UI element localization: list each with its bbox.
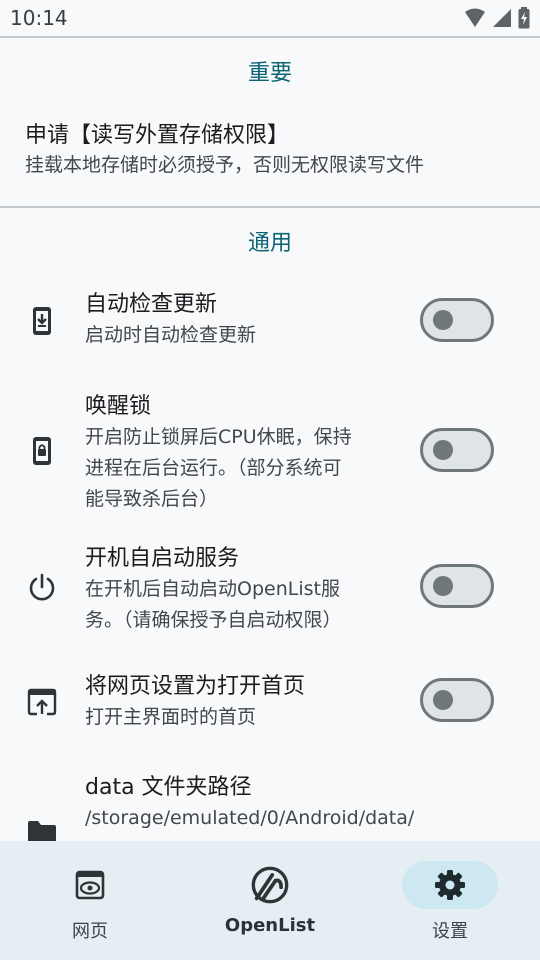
setting-title: 唤醒锁 (85, 394, 152, 419)
setting-auto-update[interactable]: 自动检查更新 启动时自动检查更新 (0, 290, 540, 360)
setting-title: 开机自启动服务 (85, 546, 240, 571)
wake-lock-toggle[interactable] (420, 428, 494, 472)
web-preview-icon (75, 870, 105, 900)
nav-label: OpenList (224, 915, 316, 936)
setting-title: 自动检查更新 (85, 292, 218, 317)
boot-autostart-toggle[interactable] (420, 564, 494, 608)
section-title-general: 通用 (247, 231, 292, 256)
setting-subtitle: 进程在后台运行。（部分系统可 (85, 457, 342, 479)
status-icons (464, 7, 530, 29)
setting-subtitle: 打开主界面时的首页 (85, 706, 257, 728)
setting-subtitle: 务。（请确保授予自启动权限） (85, 609, 342, 631)
item-subtitle: 挂载本地存储时必须授予，否则无权限读写文件 (25, 154, 425, 176)
nav-label: 设置 (432, 921, 468, 942)
setting-title: 将网页设置为打开首页 (85, 674, 306, 699)
bottom-navigation: 网页 OpenList 设置 (0, 841, 540, 960)
open-in-browser-icon (27, 688, 57, 716)
item-title: 申请【读写外置存储权限】 (25, 123, 290, 148)
setting-boot-autostart[interactable]: 开机自启动服务 在开机后自动启动OpenList服 务。（请确保授予自启动权限） (0, 544, 540, 638)
phone-lock-icon (33, 437, 51, 465)
setting-subtitle: 能导致杀后台） (85, 488, 219, 510)
battery-icon (518, 7, 530, 29)
cell-signal-icon (493, 9, 511, 27)
setting-wake-lock[interactable]: 唤醒锁 开启防止锁屏后CPU休眠，保持 进程在后台运行。（部分系统可 能导致杀后… (0, 392, 540, 516)
setting-title: data 文件夹路径 (85, 775, 252, 800)
setting-subtitle: 启动时自动检查更新 (85, 324, 257, 346)
setting-web-as-home[interactable]: 将网页设置为打开首页 打开主界面时的首页 (0, 672, 540, 736)
nav-label: 网页 (72, 921, 108, 942)
section-title-important: 重要 (247, 61, 292, 86)
wifi-icon (465, 8, 485, 27)
setting-subtitle: 开启防止锁屏后CPU休眠，保持 (85, 426, 352, 448)
nav-item-settings[interactable]: 设置 (360, 841, 540, 960)
nav-item-web[interactable]: 网页 (0, 841, 180, 960)
divider (0, 206, 540, 208)
status-bar: 10:14 (0, 0, 540, 36)
nav-item-openlist[interactable]: OpenList (180, 841, 360, 960)
setting-subtitle: /storage/emulated/0/Android/data/ (85, 807, 415, 829)
request-storage-permission-item[interactable]: 申请【读写外置存储权限】 挂载本地存储时必须授予，否则无权限读写文件 (25, 121, 520, 179)
auto-update-toggle[interactable] (420, 298, 494, 342)
divider (0, 36, 540, 38)
web-as-home-toggle[interactable] (420, 678, 494, 722)
setting-subtitle: 在开机后自动启动OpenList服 (85, 578, 340, 600)
system-update-icon (33, 307, 51, 335)
gear-icon (435, 870, 465, 900)
status-time: 10:14 (10, 6, 68, 30)
openlist-logo-icon (251, 866, 289, 904)
power-icon (29, 573, 55, 601)
setting-data-folder-path[interactable]: data 文件夹路径 /storage/emulated/0/Android/d… (0, 773, 540, 845)
